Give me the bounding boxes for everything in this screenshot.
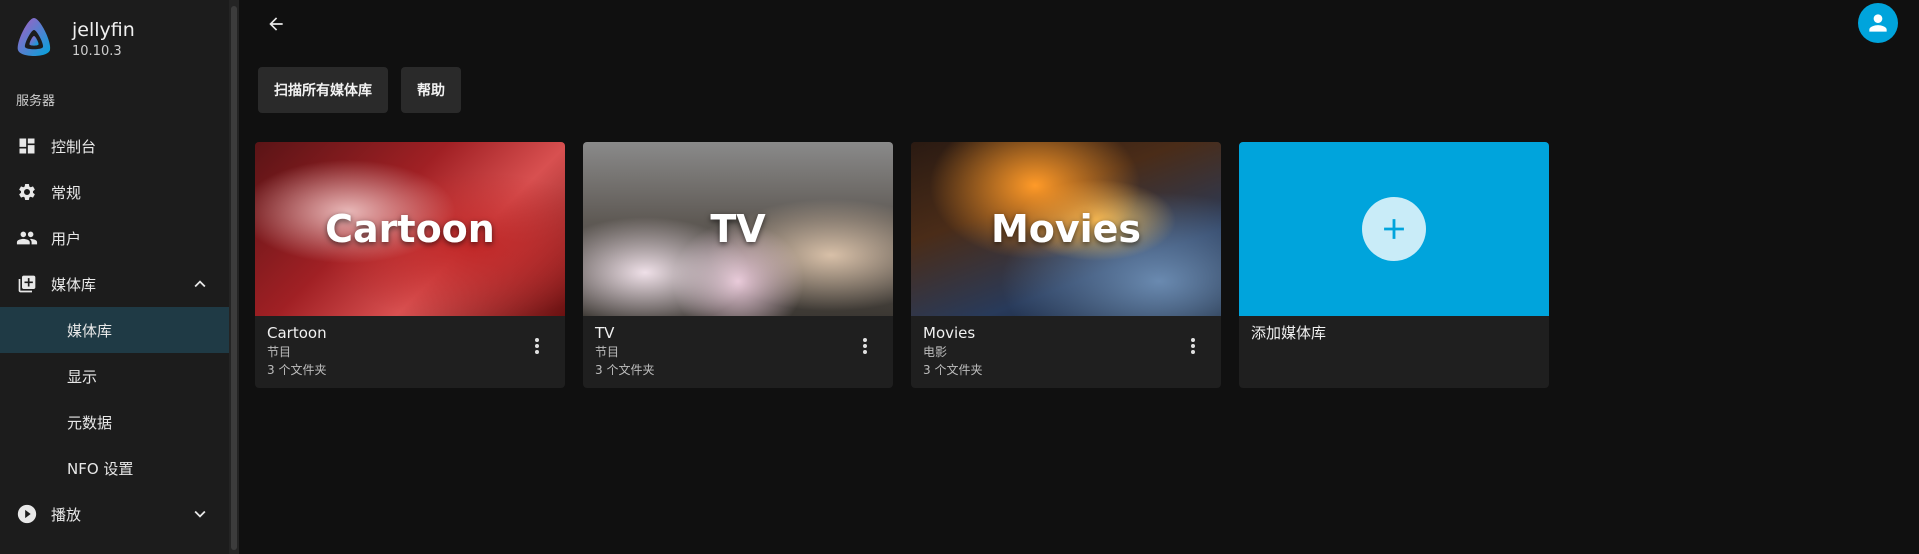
user-icon: [1869, 14, 1887, 32]
library-card-overlay-title: TV: [710, 207, 766, 251]
more-options-button[interactable]: [1183, 334, 1203, 358]
sidebar-item-label: 用户: [51, 229, 82, 248]
sidebar-item-general[interactable]: 常规: [0, 169, 229, 215]
sidebar-item-label: 播放: [51, 505, 82, 524]
library-name: Movies: [923, 324, 976, 342]
jellyfin-logo-icon: [17, 18, 51, 56]
sidebar-subitem-label: 显示: [67, 367, 98, 386]
library-card-overlay-title: Movies: [990, 207, 1142, 251]
library-card-info: Cartoon 节目 3 个文件夹: [267, 323, 507, 379]
sidebar-subitem-label: 元数据: [67, 413, 113, 432]
library-type: 节目: [595, 345, 620, 359]
arrow-left-icon: [269, 17, 283, 31]
sidebar-item-playback[interactable]: 播放: [0, 491, 229, 537]
library-cards: Cartoon Cartoon 节目 3 个文件夹 TV TV 节目 3 个文件…: [255, 142, 1549, 388]
app-version: 10.10.3: [72, 43, 122, 59]
section-title-server: 服务器: [16, 94, 56, 109]
more-vert-icon: [1191, 338, 1195, 354]
library-card-info: TV 节目 3 个文件夹: [595, 323, 835, 379]
add-library-label: 添加媒体库: [1251, 324, 1327, 342]
brand[interactable]: jellyfin 10.10.3: [14, 16, 135, 60]
sidebar: jellyfin 10.10.3 服务器 控制台 常规 用户 媒体库 媒体库 显…: [0, 0, 229, 554]
user-avatar-button[interactable]: [1858, 3, 1898, 43]
more-options-button[interactable]: [855, 334, 875, 358]
sidebar-item-label: 常规: [51, 183, 82, 202]
add-library-button[interactable]: [1362, 197, 1426, 261]
users-icon: [16, 227, 38, 249]
library-type: 电影: [923, 345, 948, 359]
plus-icon: [1384, 219, 1404, 239]
sidebar-item-libraries[interactable]: 媒体库: [0, 261, 229, 307]
library-folder-count: 3 个文件夹: [595, 363, 655, 377]
library-folder-count: 3 个文件夹: [923, 363, 983, 377]
sidebar-subitem-label: 媒体库: [67, 321, 113, 340]
sidebar-item-users[interactable]: 用户: [0, 215, 229, 261]
library-folder-count: 3 个文件夹: [267, 363, 327, 377]
library-type: 节目: [267, 345, 292, 359]
help-button[interactable]: 帮助: [401, 67, 461, 113]
sidebar-subitem-display[interactable]: 显示: [0, 353, 229, 399]
more-options-button[interactable]: [527, 334, 547, 358]
sidebar-subitem-metadata[interactable]: 元数据: [0, 399, 229, 445]
back-button[interactable]: [262, 10, 290, 38]
sidebar-subitem-label: NFO 设置: [67, 459, 134, 478]
sidebar-scrollbar[interactable]: [229, 0, 239, 554]
play-circle-icon: [16, 503, 38, 525]
library-card-overlay-title: Cartoon: [325, 207, 495, 251]
add-library-info: 添加媒体库: [1251, 323, 1491, 343]
library-card-tv[interactable]: TV TV 节目 3 个文件夹: [583, 142, 893, 388]
library-card-movies[interactable]: Movies Movies 电影 3 个文件夹: [911, 142, 1221, 388]
dashboard-icon: [16, 135, 38, 157]
library-card-info: Movies 电影 3 个文件夹: [923, 323, 1163, 379]
chevron-up-icon[interactable]: [189, 273, 211, 295]
library-card-cartoon[interactable]: Cartoon Cartoon 节目 3 个文件夹: [255, 142, 565, 388]
library-card-image[interactable]: Cartoon: [255, 142, 565, 316]
add-library-image[interactable]: [1239, 142, 1549, 316]
sidebar-subitem-nfo-settings[interactable]: NFO 设置: [0, 445, 229, 491]
library-card-image[interactable]: Movies: [911, 142, 1221, 316]
more-vert-icon: [535, 338, 539, 354]
more-vert-icon: [863, 338, 867, 354]
app-name: jellyfin: [72, 18, 135, 41]
sidebar-item-label: 媒体库: [51, 275, 97, 294]
gear-icon: [16, 181, 38, 203]
sidebar-item-dashboard[interactable]: 控制台: [0, 123, 229, 169]
library-add-icon: [16, 273, 38, 295]
toolbar: 扫描所有媒体库 帮助: [258, 67, 461, 113]
sidebar-item-label: 控制台: [51, 137, 97, 156]
library-card-image[interactable]: TV: [583, 142, 893, 316]
sidebar-nav: 控制台 常规 用户 媒体库 媒体库 显示 元数据 NFO 设置 播放: [0, 123, 229, 537]
add-library-card[interactable]: 添加媒体库: [1239, 142, 1549, 388]
sidebar-scrollbar-thumb[interactable]: [231, 6, 237, 550]
scan-all-libraries-button[interactable]: 扫描所有媒体库: [258, 67, 388, 113]
library-name: Cartoon: [267, 324, 327, 342]
chevron-down-icon[interactable]: [189, 503, 211, 525]
sidebar-subitem-libraries[interactable]: 媒体库: [0, 307, 229, 353]
library-name: TV: [595, 324, 615, 342]
